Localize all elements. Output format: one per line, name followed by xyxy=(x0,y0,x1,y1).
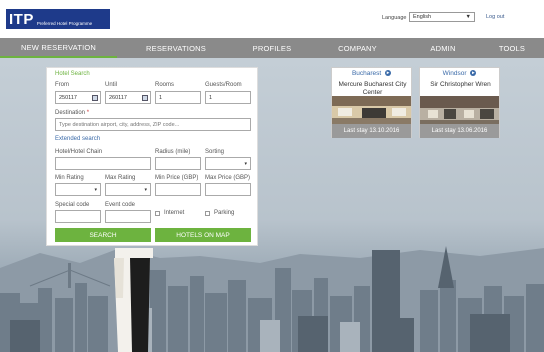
sorting-select[interactable]: ▾ xyxy=(205,157,251,170)
rooms-label: Rooms xyxy=(155,82,175,88)
recent-hotel-card[interactable]: Bucharest ► Mercure Bucharest City Cente… xyxy=(331,67,412,138)
rooms-value: 1 xyxy=(159,95,163,101)
from-date-value: 250117 xyxy=(59,95,77,101)
card-city-link[interactable]: Windsor ► xyxy=(420,70,499,77)
chevron-down-icon: ▾ xyxy=(244,161,247,167)
internet-label: Internet xyxy=(164,210,185,216)
parking-checkbox[interactable] xyxy=(205,211,210,216)
itp-logo[interactable]: ITP Preferred Hotel Programme xyxy=(6,9,110,29)
card-city: Bucharest xyxy=(351,70,382,77)
extended-search-link[interactable]: Extended search xyxy=(55,136,100,142)
special-code-input[interactable] xyxy=(55,210,101,223)
guests-value: 1 xyxy=(209,95,213,101)
radius-label: Radius (mile) xyxy=(155,149,191,155)
card-hotel-name: Sir Christopher Wren xyxy=(430,81,491,88)
destination-label: Destination * xyxy=(55,110,89,116)
hotels-on-map-button[interactable]: HOTELS ON MAP xyxy=(155,228,251,242)
max-price-input[interactable] xyxy=(205,183,251,196)
card-last-stay: Last stay 13.10.2016 xyxy=(332,124,411,138)
radius-input[interactable] xyxy=(155,157,201,170)
card-last-stay: Last stay 13.06.2016 xyxy=(420,124,499,138)
card-city: Windsor xyxy=(442,70,467,77)
until-label: Until xyxy=(105,82,118,88)
from-date-input[interactable]: 250117 xyxy=(55,91,101,104)
event-code-input[interactable] xyxy=(105,210,151,223)
special-code-label: Special code xyxy=(55,202,90,208)
calendar-icon[interactable] xyxy=(92,95,98,101)
hotel-photo xyxy=(420,96,499,124)
search-button[interactable]: SEARCH xyxy=(55,228,151,242)
chevron-down-icon: ▼ xyxy=(465,14,471,20)
destination-input[interactable] xyxy=(55,118,251,131)
min-rating-label: Min Rating xyxy=(55,175,84,181)
nav-profiles[interactable]: PROFILES xyxy=(235,38,309,58)
hotel-chain-input[interactable] xyxy=(55,157,151,170)
guests-label: Guests/Room xyxy=(205,82,242,88)
nav-company[interactable]: COMPANY xyxy=(309,38,406,58)
logo-sub-text: Preferred Hotel Programme xyxy=(36,21,93,26)
language-select[interactable]: English ▼ xyxy=(409,12,475,22)
sorting-label: Sorting xyxy=(205,149,225,155)
hotel-search-panel: Hotel Search From 250117 Until 260117 Ro… xyxy=(46,67,258,246)
nav-new-reservation[interactable]: NEW RESERVATION xyxy=(0,38,117,58)
max-rating-select[interactable]: ▾ xyxy=(105,183,151,196)
max-price-label: Max Price (GBP) xyxy=(205,175,251,181)
until-date-input[interactable]: 260117 xyxy=(105,91,151,104)
min-price-label: Min Price (GBP) xyxy=(155,175,199,181)
hotel-photo xyxy=(332,96,411,124)
arrow-right-icon: ► xyxy=(470,70,477,77)
chevron-down-icon: ▾ xyxy=(144,187,147,193)
until-date-value: 260117 xyxy=(109,95,127,101)
min-price-input[interactable] xyxy=(155,183,201,196)
parking-label: Parking xyxy=(214,210,235,216)
from-label: From xyxy=(55,82,69,88)
internet-checkbox[interactable] xyxy=(155,211,160,216)
nav-tools[interactable]: TOOLS xyxy=(480,38,544,58)
nav-admin[interactable]: ADMIN xyxy=(406,38,480,58)
card-hotel-name: Mercure Bucharest City Center xyxy=(338,81,407,96)
event-code-label: Event code xyxy=(105,202,136,208)
language-value: English xyxy=(413,14,432,20)
rooms-input[interactable]: 1 xyxy=(155,91,201,104)
language-label: Language xyxy=(382,15,407,21)
chain-label: Hotel/Hotel Chain xyxy=(55,149,103,155)
card-city-link[interactable]: Bucharest ► xyxy=(332,70,411,77)
recent-hotel-card[interactable]: Windsor ► Sir Christopher Wren Last stay… xyxy=(419,67,500,138)
main-nav: NEW RESERVATION RESERVATIONS PROFILES CO… xyxy=(0,38,544,58)
app-header: ITP Preferred Hotel Programme Language E… xyxy=(0,0,544,38)
max-rating-label: Max Rating xyxy=(105,175,136,181)
nav-reservations[interactable]: RESERVATIONS xyxy=(117,38,235,58)
chevron-down-icon: ▾ xyxy=(94,187,97,193)
guests-input[interactable]: 1 xyxy=(205,91,251,104)
arrow-right-icon: ► xyxy=(385,70,392,77)
calendar-icon[interactable] xyxy=(142,95,148,101)
required-marker: * xyxy=(86,110,90,116)
logo-main-text: ITP xyxy=(9,11,34,28)
destination-label-text: Destination xyxy=(55,110,86,116)
min-rating-select[interactable]: ▾ xyxy=(55,183,101,196)
panel-title: Hotel Search xyxy=(55,71,90,77)
logout-link[interactable]: Log out xyxy=(486,14,504,20)
